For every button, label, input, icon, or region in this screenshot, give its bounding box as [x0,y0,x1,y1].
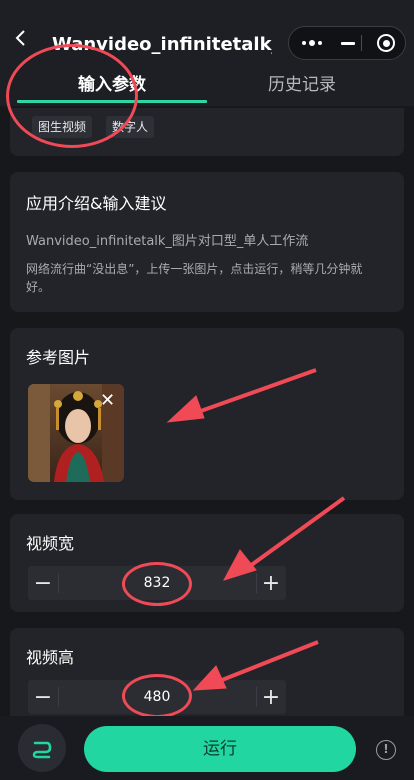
minimize-icon[interactable] [335,27,361,59]
reference-image-title: 参考图片 [26,348,91,367]
video-width-card: 视频宽 − 832 + [10,514,404,612]
video-height-label: 视频高 [26,648,75,667]
remove-image-button[interactable]: ✕ [100,390,115,411]
video-height-card: 视频高 − 480 + [10,628,404,726]
intro-title: 应用介绍&输入建议 [26,194,167,213]
intro-card: 应用介绍&输入建议 Wanvideo_infinitetalk_图片对口型_单人… [10,172,404,312]
bottom-action-bar: 运行 ! [0,716,414,780]
width-decrement-button[interactable]: − [28,566,58,600]
capsule-divider [361,35,362,51]
back-arrow-icon[interactable] [14,28,34,56]
intro-description: Wanvideo_infinitetalk_图片对口型_单人工作流 [26,234,309,249]
annotation-circle-image [6,44,138,148]
width-increment-button[interactable]: + [256,566,286,600]
reference-image-card: 参考图片 ✕ [10,328,404,500]
mini-program-capsule [288,26,406,60]
annotation-circle-width [122,562,192,606]
target-close-icon[interactable] [367,27,405,59]
intro-tip: 网络流行曲“没出息”，上传一张图片，点击运行，稍等几分钟就好。 [26,262,363,294]
height-increment-button[interactable]: + [256,680,286,714]
video-width-label: 视频宽 [26,534,75,553]
workflow-switch-icon[interactable] [18,724,66,772]
info-icon[interactable]: ! [376,740,396,760]
height-decrement-button[interactable]: − [28,680,58,714]
tab-history[interactable]: 历史记录 [268,70,336,95]
annotation-circle-height [122,674,192,718]
run-button[interactable]: 运行 [84,726,356,772]
more-dots-icon[interactable] [289,27,335,59]
